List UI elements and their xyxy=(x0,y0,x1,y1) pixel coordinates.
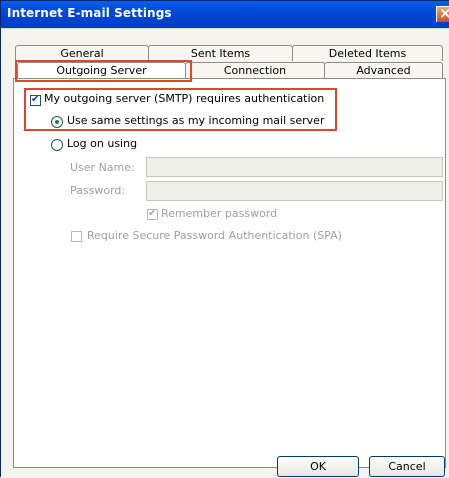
radio-log-on-label[interactable]: Log on using xyxy=(67,137,137,150)
tab-advanced-label: Advanced xyxy=(356,64,411,77)
username-label: User Name: xyxy=(70,161,135,174)
username-field[interactable] xyxy=(146,157,443,177)
close-icon[interactable] xyxy=(436,4,449,22)
tab-general[interactable]: General xyxy=(15,45,149,61)
ok-button[interactable]: OK xyxy=(277,456,359,477)
radio-log-on-using[interactable] xyxy=(51,139,63,151)
tab-general-label: General xyxy=(60,47,104,60)
radio-log-on-text: Log on using xyxy=(67,137,138,150)
tab-deleted-items[interactable]: Deleted Items xyxy=(292,45,443,61)
spa-label[interactable]: Require Secure Password Authentication (… xyxy=(87,229,342,242)
tab-sent-items[interactable]: Sent Items xyxy=(148,45,293,61)
dialog-body: General Sent Items Deleted Items Outgoin… xyxy=(1,28,449,478)
title-bar[interactable]: Internet E-mail Settings xyxy=(1,1,449,28)
cancel-button-label: Cancel xyxy=(388,460,426,473)
tab-advanced[interactable]: Advanced xyxy=(324,62,443,78)
auth-highlight-box xyxy=(24,88,337,131)
spa-text: Require Secure Password Authentication (… xyxy=(87,229,342,242)
tab-row-1: General Sent Items Deleted Items xyxy=(1,45,449,61)
tab-connection-label: Connection xyxy=(223,64,287,77)
ok-button-label: OK xyxy=(310,460,326,473)
remember-password-checkbox[interactable] xyxy=(147,208,158,220)
tab-deleted-items-label: Deleted Items xyxy=(328,47,407,60)
tab-highlight-box xyxy=(15,60,192,82)
password-label: Password: xyxy=(70,184,126,197)
remember-password-text: Remember password xyxy=(161,207,278,220)
remember-password-label[interactable]: Remember password xyxy=(161,207,277,220)
tab-sent-items-label: Sent Items xyxy=(190,47,251,60)
dialog-window: Internet E-mail Settings General Sent It… xyxy=(0,0,449,478)
cancel-button[interactable]: Cancel xyxy=(369,456,445,477)
window-title: Internet E-mail Settings xyxy=(7,6,172,20)
password-field[interactable] xyxy=(146,181,443,201)
spa-checkbox[interactable] xyxy=(71,231,82,242)
tab-connection[interactable]: Connection xyxy=(185,62,325,78)
